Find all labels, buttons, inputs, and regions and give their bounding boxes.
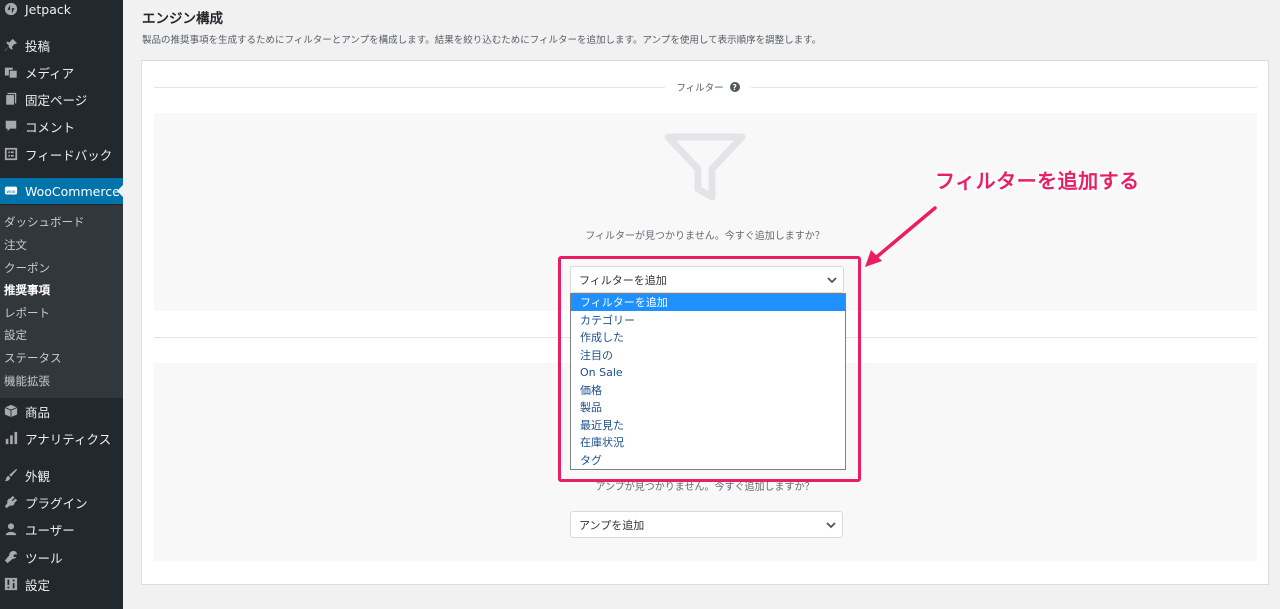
submenu-item-coupons[interactable]: クーポン — [4, 261, 50, 275]
wrench-icon — [3, 549, 19, 565]
plugin-icon — [3, 494, 19, 510]
sidebar-item-settings[interactable]: 設定 — [0, 571, 123, 597]
sidebar-item-label: ツール — [25, 550, 63, 566]
annotation-highlight-box — [558, 256, 861, 482]
filter-section-heading: フィルター ? — [665, 79, 751, 95]
submenu-item-status[interactable]: ステータス — [4, 351, 62, 365]
chevron-down-icon — [826, 520, 836, 530]
analytics-icon — [3, 430, 19, 446]
sidebar-item-users[interactable]: ユーザー — [0, 516, 123, 542]
active-arrow — [117, 185, 123, 197]
sidebar-item-jetpack[interactable]: Jetpack — [0, 0, 123, 22]
sidebar-item-analytics[interactable]: アナリティクス — [0, 425, 123, 451]
submenu-item-reports[interactable]: レポート — [4, 306, 50, 320]
sidebar-item-label: コメント — [25, 119, 76, 135]
comment-icon — [3, 118, 19, 134]
sidebar-item-tools[interactable]: ツール — [0, 544, 123, 570]
funnel-icon — [664, 133, 746, 201]
user-icon — [3, 521, 19, 537]
pin-icon — [3, 37, 19, 53]
sidebar-item-label: 設定 — [25, 577, 51, 593]
sidebar-item-label: ユーザー — [25, 522, 75, 538]
page-icon — [3, 91, 19, 107]
sidebar-item-label: フィードバック — [25, 147, 113, 163]
media-icon — [3, 64, 19, 80]
page-description: 製品の推奨事項を生成するためにフィルターとアンプを構成します。結果を絞り込むため… — [142, 35, 822, 46]
amp-select-value: アンプを追加 — [579, 518, 645, 532]
sidebar-item-label: Jetpack — [25, 1, 71, 17]
submenu-item-settings[interactable]: 設定 — [4, 328, 27, 342]
jetpack-icon — [3, 1, 19, 17]
page-title: エンジン構成 — [142, 11, 223, 27]
box-icon — [3, 403, 19, 419]
sidebar-item-label: 固定ページ — [25, 92, 88, 108]
filter-empty-message: フィルターが見つかりません。今すぐ追加しますか？ — [585, 231, 825, 242]
sidebar-item-label: WooCommerce — [25, 183, 120, 199]
feedback-icon — [3, 146, 19, 162]
annotation-label: フィルターを追加する — [935, 169, 1140, 193]
annotation-arrow-icon — [865, 206, 937, 267]
sidebar-item-label: 商品 — [25, 404, 51, 420]
submenu-item-extensions[interactable]: 機能拡張 — [4, 374, 50, 388]
help-icon[interactable]: ? — [729, 82, 740, 92]
admin-sidebar: Jetpack 投稿 メディア 固定ページ コメント フィードバック woo W… — [0, 0, 123, 609]
add-amp-select[interactable]: アンプを追加 — [570, 511, 843, 538]
sidebar-item-feedback[interactable]: フィードバック — [0, 141, 123, 167]
sidebar-item-media[interactable]: メディア — [0, 59, 123, 85]
settings-icon — [3, 576, 19, 592]
filter-heading-label: フィルター — [676, 83, 724, 94]
sidebar-item-label: メディア — [25, 65, 75, 81]
sidebar-item-woocommerce[interactable]: woo WooCommerce — [0, 178, 123, 204]
sidebar-item-pages[interactable]: 固定ページ — [0, 86, 123, 112]
sidebar-item-posts[interactable]: 投稿 — [0, 32, 123, 58]
sidebar-item-label: プラグイン — [25, 495, 88, 511]
sidebar-item-label: アナリティクス — [25, 431, 112, 447]
woocommerce-icon: woo — [3, 183, 19, 199]
sidebar-item-label: 投稿 — [25, 38, 51, 54]
sidebar-item-products[interactable]: 商品 — [0, 398, 123, 424]
submenu-item-recommendations[interactable]: 推奨事項 — [4, 283, 50, 297]
svg-text:woo: woo — [7, 190, 16, 195]
sidebar-item-comments[interactable]: コメント — [0, 113, 123, 139]
